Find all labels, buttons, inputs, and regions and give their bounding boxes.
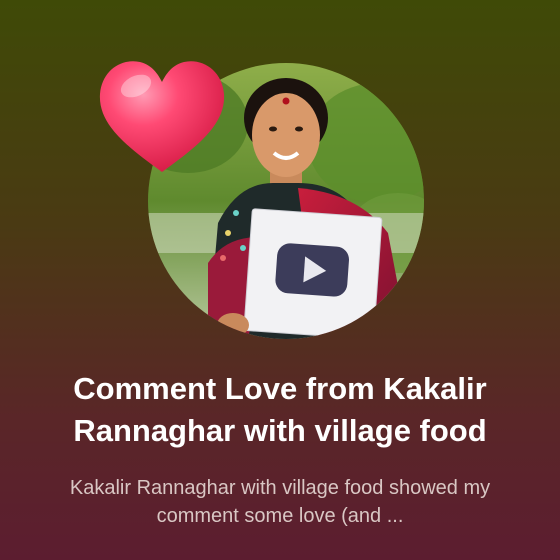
comment-love-card[interactable]: Comment Love from Kakalir Rannaghar with… — [0, 0, 560, 560]
notification-body: Kakalir Rannaghar with village food show… — [69, 477, 491, 527]
notification-title: Comment Love from Kakalir Rannaghar with… — [73, 371, 487, 448]
heart-icon — [99, 61, 225, 172]
